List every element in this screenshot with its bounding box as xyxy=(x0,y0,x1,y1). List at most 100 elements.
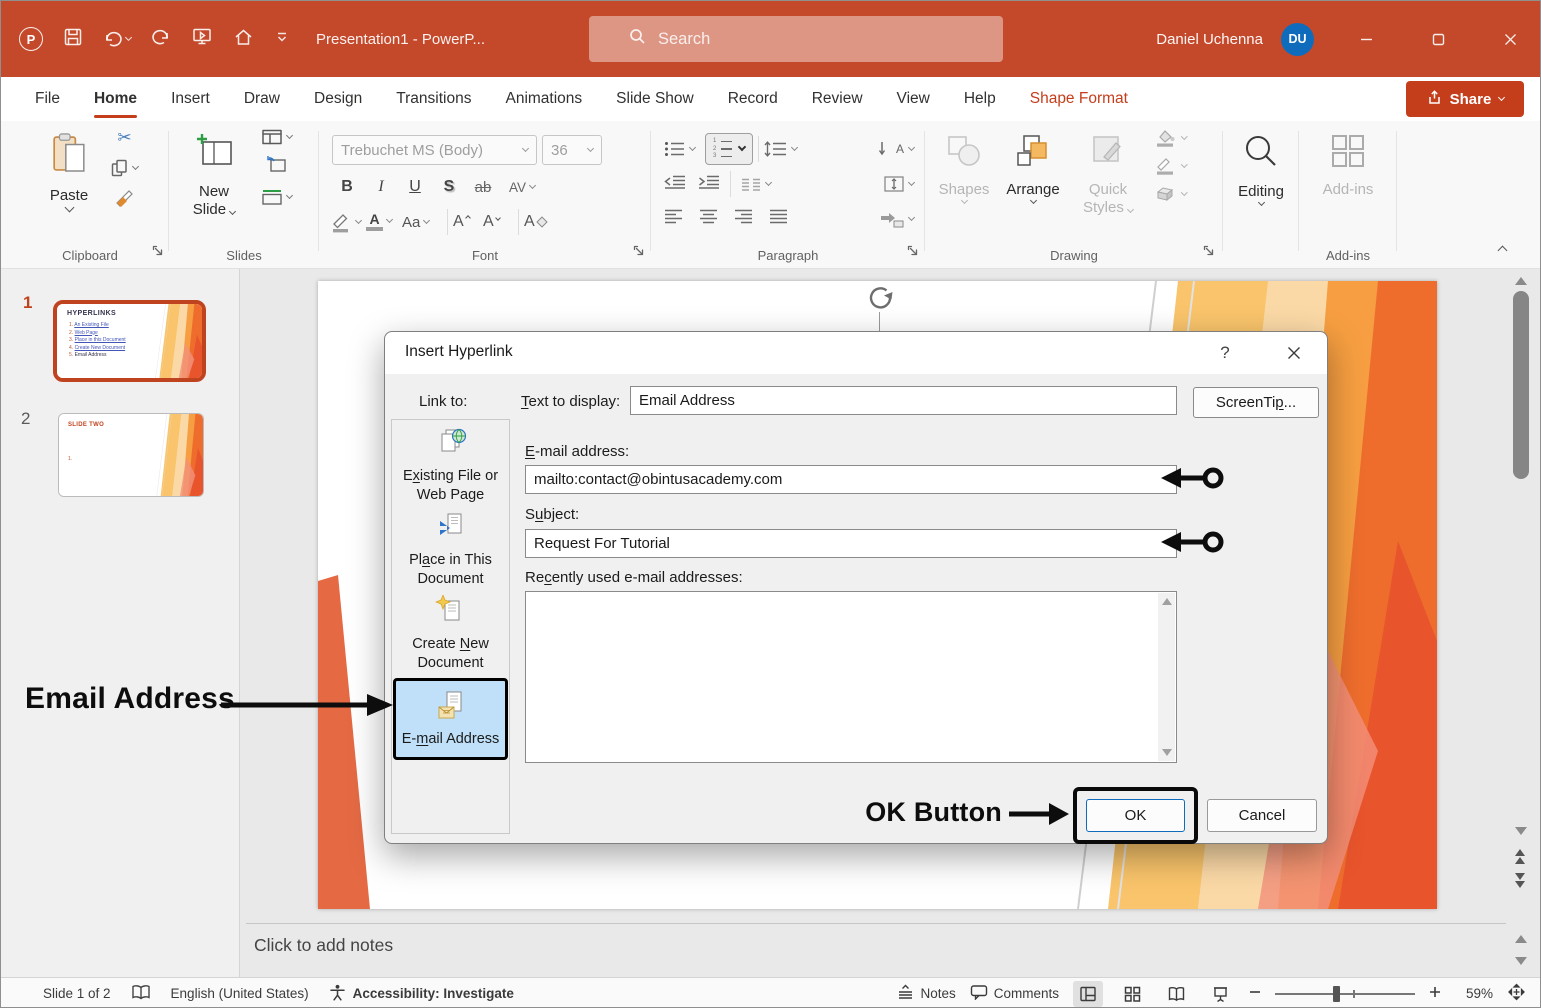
columns-button[interactable] xyxy=(741,178,771,191)
scroll-down-icon[interactable] xyxy=(1515,827,1527,835)
align-left-icon[interactable] xyxy=(664,209,683,229)
collapse-ribbon-icon[interactable] xyxy=(1499,241,1506,259)
search-box[interactable]: Search xyxy=(589,16,1003,62)
cut-icon[interactable]: ✂ xyxy=(117,129,131,147)
shape-outline-icon[interactable] xyxy=(1154,157,1187,175)
line-spacing-button[interactable] xyxy=(764,141,797,157)
text-direction-button[interactable]: A xyxy=(879,141,914,157)
powerpoint-logo-icon[interactable]: P xyxy=(19,27,43,51)
character-spacing-button[interactable]: AV xyxy=(500,173,544,201)
bullets-button[interactable] xyxy=(664,141,695,157)
close-window-button[interactable] xyxy=(1488,1,1532,77)
scroll-up-icon[interactable] xyxy=(1515,277,1527,285)
change-case-button[interactable]: Aa xyxy=(402,214,442,231)
listbox-scrollbar[interactable] xyxy=(1158,593,1175,761)
tab-shape-format[interactable]: Shape Format xyxy=(1026,77,1132,121)
align-right-icon[interactable] xyxy=(734,209,753,229)
comments-toggle[interactable]: Comments xyxy=(970,984,1059,1003)
convert-to-smartart-button[interactable] xyxy=(880,211,914,228)
language-indicator[interactable]: English (United States) xyxy=(171,986,309,1001)
tab-animations[interactable]: Animations xyxy=(501,77,586,121)
recently-used-listbox[interactable] xyxy=(525,591,1177,763)
copy-icon[interactable] xyxy=(111,159,138,177)
clear-formatting-button[interactable]: A xyxy=(524,213,558,231)
tab-insert[interactable]: Insert xyxy=(167,77,214,121)
avatar[interactable]: DU xyxy=(1281,23,1314,56)
sidebar-item-place-in-this-document[interactable]: Place in This Document xyxy=(393,510,508,590)
dialog-title-bar[interactable]: Insert Hyperlink ? xyxy=(385,332,1327,374)
tab-record[interactable]: Record xyxy=(724,77,782,121)
dialog-close-button[interactable] xyxy=(1279,340,1309,366)
font-color-icon[interactable]: A xyxy=(366,213,402,230)
cancel-button[interactable]: Cancel xyxy=(1207,799,1317,832)
minimize-button[interactable] xyxy=(1344,1,1388,77)
font-dialog-launcher-icon[interactable] xyxy=(633,243,644,261)
shape-fill-icon[interactable] xyxy=(1154,129,1187,147)
slide-sorter-view-button[interactable] xyxy=(1117,981,1147,1007)
tab-help[interactable]: Help xyxy=(960,77,1000,121)
justify-icon[interactable] xyxy=(769,209,788,229)
clipboard-dialog-launcher-icon[interactable] xyxy=(152,243,163,261)
next-slide-button[interactable] xyxy=(1515,873,1525,888)
tab-slide-show[interactable]: Slide Show xyxy=(612,77,698,121)
tab-view[interactable]: View xyxy=(893,77,934,121)
text-shadow-button[interactable]: S xyxy=(432,173,466,201)
slide-1-thumbnail[interactable]: HYPERLINKS 1. An Existing File 2. Web Pa… xyxy=(53,300,206,382)
tab-design[interactable]: Design xyxy=(310,77,366,121)
tab-draw[interactable]: Draw xyxy=(240,77,284,121)
sidebar-item-create-new-document[interactable]: Create New Document xyxy=(393,594,508,674)
spell-check-icon[interactable] xyxy=(131,984,151,1004)
new-slide-button[interactable]: NewSlide xyxy=(178,121,250,219)
dialog-help-button[interactable]: ? xyxy=(1211,340,1239,366)
strikethrough-button[interactable]: ab xyxy=(466,173,500,201)
underline-button[interactable]: U xyxy=(398,173,432,201)
user-name[interactable]: Daniel Uchenna xyxy=(1156,31,1263,48)
notes-scroll-up-icon[interactable] xyxy=(1515,935,1527,943)
editing-button[interactable]: Editing xyxy=(1228,123,1294,205)
arrange-button[interactable]: Arrange xyxy=(998,123,1068,203)
slide-2-thumbnail[interactable]: SLIDE TWO 1. xyxy=(58,413,204,497)
share-button[interactable]: Share xyxy=(1406,81,1524,117)
notes-scroll-down-icon[interactable] xyxy=(1515,957,1527,965)
tab-transitions[interactable]: Transitions xyxy=(392,77,475,121)
subject-field[interactable] xyxy=(525,529,1177,558)
decrease-font-size-button[interactable]: A xyxy=(483,213,513,231)
slideshow-view-button[interactable] xyxy=(1205,981,1235,1007)
sidebar-item-email-address[interactable]: E-mail Address xyxy=(393,678,508,760)
undo-icon[interactable] xyxy=(103,29,131,49)
shapes-button[interactable]: Shapes xyxy=(932,123,996,203)
sidebar-item-existing-file-or-web-page[interactable]: Existing File or Web Page xyxy=(393,426,508,506)
numbering-button[interactable]: 1 2 3 xyxy=(705,133,753,165)
rotation-handle-icon[interactable] xyxy=(865,283,895,318)
highlight-pen-icon[interactable] xyxy=(330,211,366,233)
zoom-in-button[interactable] xyxy=(1429,986,1441,1001)
quick-styles-button[interactable]: QuickStyles xyxy=(1072,123,1144,217)
zoom-slider[interactable] xyxy=(1275,985,1415,1003)
home-icon[interactable] xyxy=(233,27,254,52)
notes-toggle[interactable]: Notes xyxy=(897,984,955,1003)
email-address-field[interactable] xyxy=(525,465,1177,494)
font-size-combo[interactable]: 36 xyxy=(542,135,602,165)
decrease-indent-icon[interactable] xyxy=(664,175,686,194)
align-center-icon[interactable] xyxy=(699,209,718,229)
format-painter-icon[interactable] xyxy=(115,189,135,212)
font-family-combo[interactable]: Trebuchet MS (Body) xyxy=(332,135,537,165)
screentip-button[interactable]: ScreenTip... xyxy=(1193,387,1319,418)
italic-button[interactable]: I xyxy=(364,173,398,201)
zoom-slider-thumb[interactable] xyxy=(1333,986,1340,1002)
paste-button[interactable]: Paste xyxy=(37,121,101,211)
tab-review[interactable]: Review xyxy=(808,77,867,121)
scroll-up-icon[interactable] xyxy=(1162,598,1172,605)
shape-effects-icon[interactable] xyxy=(1154,185,1187,203)
bold-button[interactable]: B xyxy=(330,173,364,201)
increase-indent-icon[interactable] xyxy=(698,175,720,194)
slide-layout-icon[interactable] xyxy=(262,129,292,145)
tab-home[interactable]: Home xyxy=(90,77,141,121)
text-to-display-field[interactable] xyxy=(630,386,1177,415)
previous-slide-button[interactable] xyxy=(1515,849,1525,864)
scrollbar-thumb[interactable] xyxy=(1513,291,1529,479)
increase-font-size-button[interactable]: A xyxy=(453,213,483,231)
slide-indicator[interactable]: Slide 1 of 2 xyxy=(43,986,111,1001)
maximize-button[interactable] xyxy=(1416,1,1460,77)
zoom-level[interactable]: 59% xyxy=(1455,986,1493,1001)
